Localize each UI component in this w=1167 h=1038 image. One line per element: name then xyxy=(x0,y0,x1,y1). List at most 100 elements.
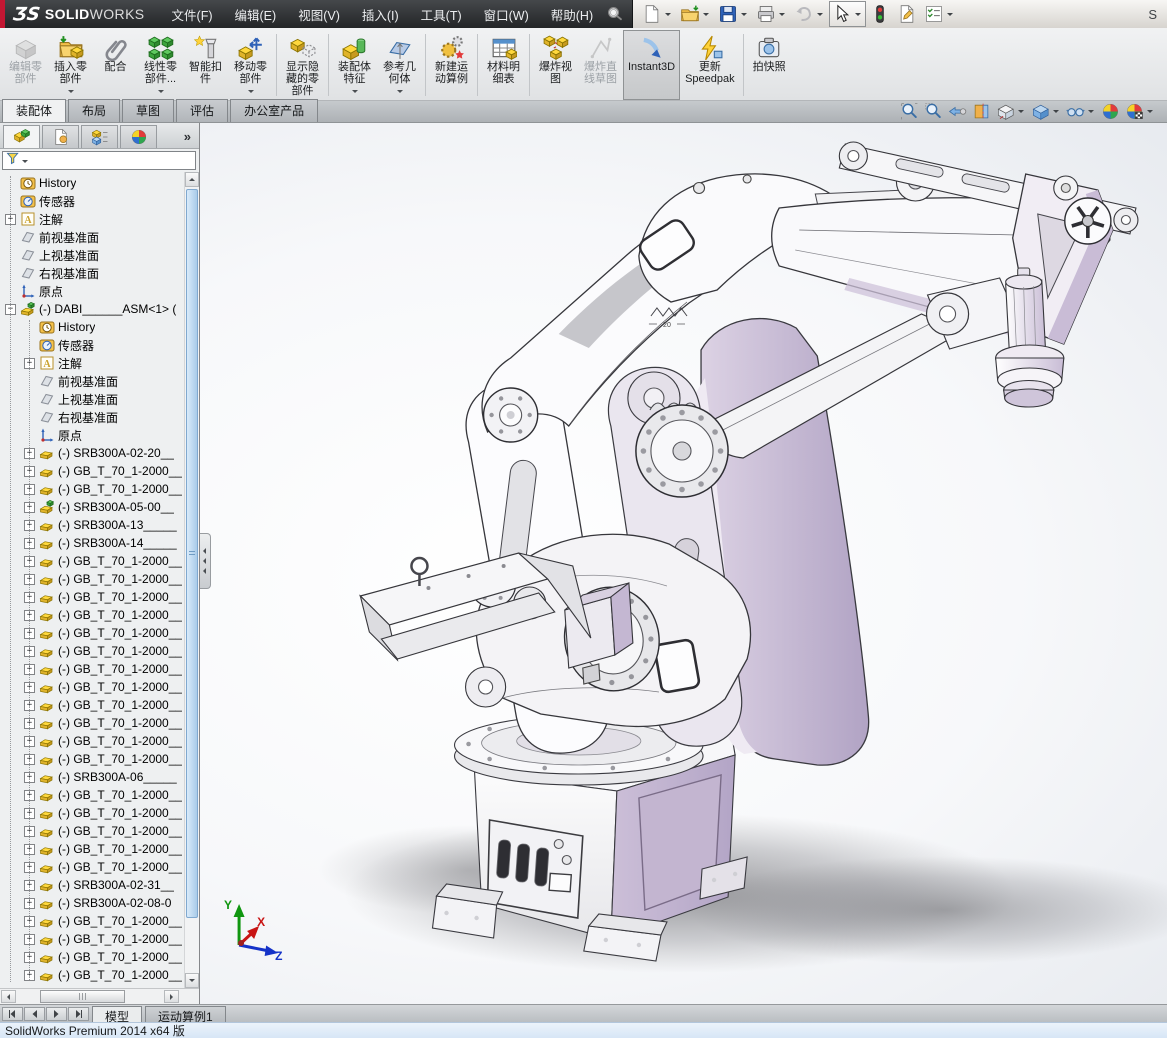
menu-item-help[interactable]: 帮助(H) xyxy=(540,0,604,30)
zoom-to-area-button[interactable] xyxy=(922,102,945,121)
select-button[interactable] xyxy=(829,1,866,27)
ribbon-new-motion-study-button[interactable]: 新建运动算例 xyxy=(429,30,474,100)
tree-item[interactable]: 右视基准面 xyxy=(0,264,199,282)
ribbon-exploded-view-button[interactable]: 爆炸视图 xyxy=(533,30,578,100)
hide-show-items-button[interactable] xyxy=(1064,102,1098,121)
quick-access-toolbar: S xyxy=(632,0,1167,28)
scroll-thumb[interactable] xyxy=(186,189,198,918)
options-button[interactable] xyxy=(921,1,958,27)
ribbon-update-speedpak-button[interactable]: 更新Speedpak xyxy=(680,30,740,100)
menu-item-edit[interactable]: 编辑(E) xyxy=(224,0,288,30)
print-button[interactable] xyxy=(753,1,790,27)
study-nav-previous-button[interactable] xyxy=(24,1007,45,1021)
filter-row xyxy=(0,149,199,172)
menu-item-window[interactable]: 窗口(W) xyxy=(473,0,540,30)
ribbon-show-hidden-components-button[interactable]: 显示隐藏的零部件 xyxy=(280,30,325,100)
command-tab-layout[interactable]: 布局 xyxy=(68,99,120,122)
study-nav-first-button[interactable] xyxy=(2,1007,23,1021)
tree-item[interactable]: +A注解 xyxy=(0,210,199,228)
dropdown-arrow-icon[interactable] xyxy=(1053,110,1059,116)
graphics-viewport[interactable]: 20 Y X Z xyxy=(200,123,1167,1004)
command-tab-sketch[interactable]: 草图 xyxy=(122,99,174,122)
dropdown-arrow-icon[interactable] xyxy=(397,90,403,96)
explode-line-sketch-icon xyxy=(588,35,614,61)
edit-appearance-button[interactable] xyxy=(1099,102,1122,121)
panel-tab-configurationmanager[interactable] xyxy=(81,125,118,148)
menu-item-insert[interactable]: 插入(I) xyxy=(351,0,410,30)
ribbon-smart-fasteners-button[interactable]: 智能扣件 xyxy=(183,30,228,100)
filter-dropdown-icon[interactable] xyxy=(22,160,28,166)
menu-item-view[interactable]: 视图(V) xyxy=(287,0,351,30)
plane-icon xyxy=(39,391,55,407)
study-nav-last-button[interactable] xyxy=(68,1007,89,1021)
dropdown-arrow-icon[interactable] xyxy=(248,90,254,96)
ribbon-mate-button[interactable]: 配合 xyxy=(93,30,138,100)
dropdown-arrow-icon[interactable] xyxy=(817,13,823,19)
tree-item[interactable]: 上视基准面 xyxy=(0,246,199,264)
ribbon-bill-of-materials-button[interactable]: 材料明细表 xyxy=(481,30,526,100)
ribbon-reference-geometry-button[interactable]: 参考几何体 xyxy=(377,30,422,100)
dropdown-arrow-icon[interactable] xyxy=(665,13,671,19)
scroll-down-button[interactable] xyxy=(185,973,199,988)
dropdown-arrow-icon[interactable] xyxy=(1088,110,1094,116)
panel-tab-propertymanager[interactable] xyxy=(42,125,79,148)
dropdown-arrow-icon[interactable] xyxy=(1147,110,1153,116)
display-style-button[interactable] xyxy=(1029,102,1063,121)
dropdown-arrow-icon[interactable] xyxy=(947,13,953,19)
dropdown-arrow-icon[interactable] xyxy=(741,13,747,19)
tree-item[interactable]: −(-) DABI______ASM<1> ( xyxy=(0,300,199,318)
panel-overflow-chevron[interactable]: » xyxy=(184,129,199,148)
ribbon-label-line: 部件 xyxy=(54,73,87,85)
tree-item[interactable]: History xyxy=(0,174,199,192)
study-tab-motion-study-1[interactable]: 运动算例1 xyxy=(145,1006,226,1022)
dropdown-arrow-icon[interactable] xyxy=(68,90,74,96)
previous-view-button[interactable] xyxy=(946,102,969,121)
panel-tabs: » xyxy=(0,123,199,149)
tree-item-label: (-) GB_T_70_1-2000__ xyxy=(58,482,182,496)
filter-input[interactable] xyxy=(2,151,196,170)
menu-item-tools[interactable]: 工具(T) xyxy=(410,0,473,30)
command-tab-office-products[interactable]: 办公室产品 xyxy=(230,99,318,122)
panel-splitter-handle[interactable] xyxy=(200,533,211,589)
rebuild-button[interactable] xyxy=(867,1,893,27)
dropdown-arrow-icon[interactable] xyxy=(352,90,358,96)
zoom-to-fit-button[interactable] xyxy=(898,102,921,121)
tree-horizontal-scrollbar[interactable] xyxy=(0,988,199,1004)
scroll-left-button[interactable] xyxy=(1,990,16,1003)
search-icon[interactable] xyxy=(606,5,624,23)
dropdown-arrow-icon[interactable] xyxy=(703,13,709,19)
menu-item-file[interactable]: 文件(F) xyxy=(161,0,224,30)
command-tab-evaluate[interactable]: 评估 xyxy=(176,99,228,122)
panel-tab-featuremanager[interactable] xyxy=(3,125,40,148)
file-properties-button[interactable] xyxy=(894,1,920,27)
scroll-right-button[interactable] xyxy=(164,990,179,1003)
horizontal-scroll-thumb[interactable] xyxy=(40,990,125,1003)
view-orientation-button[interactable] xyxy=(994,102,1028,121)
ribbon-instant3d-button[interactable]: Instant3D xyxy=(623,30,680,100)
ribbon-take-snapshot-button[interactable]: 拍快照 xyxy=(747,30,792,100)
study-tab-model[interactable]: 模型 xyxy=(92,1006,142,1022)
dropdown-arrow-icon[interactable] xyxy=(855,13,861,19)
new-document-button[interactable] xyxy=(639,1,676,27)
save-button[interactable] xyxy=(715,1,752,27)
dropdown-arrow-icon[interactable] xyxy=(779,13,785,19)
tree-item[interactable]: 前视基准面 xyxy=(0,228,199,246)
tree-item[interactable]: 传感器 xyxy=(0,192,199,210)
dropdown-arrow-icon[interactable] xyxy=(1018,110,1024,116)
tree-vertical-scrollbar[interactable] xyxy=(184,172,199,988)
ribbon-assembly-features-button[interactable]: 装配体特征 xyxy=(332,30,377,100)
part-icon xyxy=(39,949,55,965)
study-nav-next-button[interactable] xyxy=(46,1007,67,1021)
ribbon-insert-component-button[interactable]: 插入零部件 xyxy=(48,30,93,100)
annotations-icon: A xyxy=(39,355,55,371)
tree-item[interactable]: 原点 xyxy=(0,282,199,300)
command-tab-assembly[interactable]: 装配体 xyxy=(2,99,66,122)
ribbon-linear-pattern-button[interactable]: 线性零部件... xyxy=(138,30,183,100)
open-button[interactable] xyxy=(677,1,714,27)
panel-tab-displaymanager[interactable] xyxy=(120,125,157,148)
ribbon-move-component-button[interactable]: 移动零部件 xyxy=(228,30,273,100)
scroll-up-button[interactable] xyxy=(185,172,199,187)
apply-scene-button[interactable] xyxy=(1123,102,1157,121)
section-view-button[interactable] xyxy=(970,102,993,121)
dropdown-arrow-icon[interactable] xyxy=(158,90,164,96)
